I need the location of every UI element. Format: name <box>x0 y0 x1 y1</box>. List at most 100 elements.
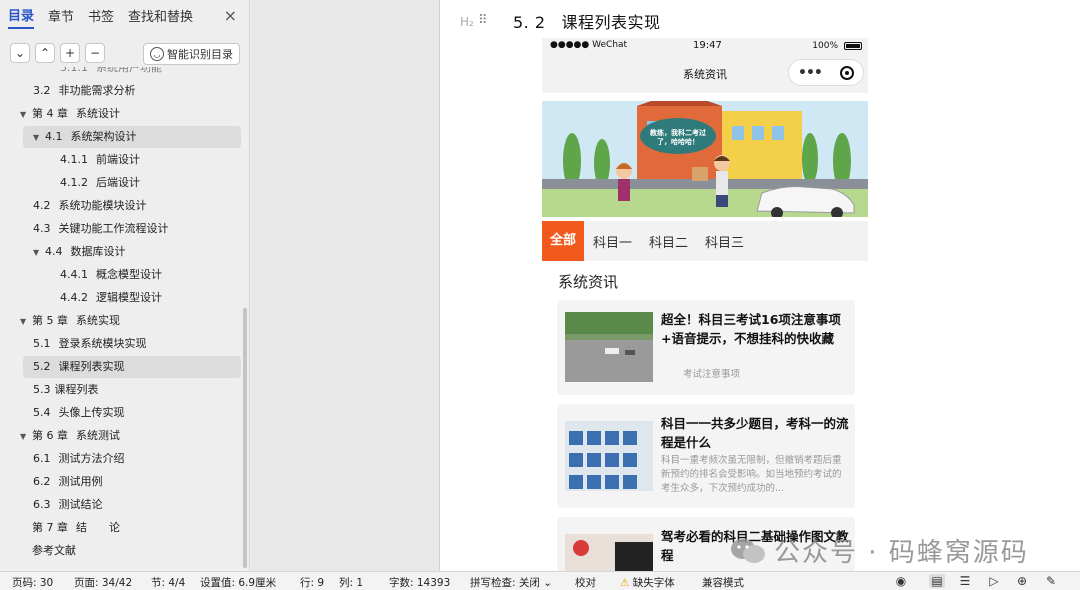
toc-item[interactable]: 4.3 关键功能工作流程设计 <box>33 218 169 240</box>
toc-item[interactable]: 6.1 测试方法介绍 <box>33 448 125 470</box>
page-view-icon[interactable]: ▤ <box>929 574 945 588</box>
spell-check-label: 拼写检查: 关闭 <box>470 577 540 589</box>
tab-bookmarks[interactable]: 书签 <box>88 6 114 28</box>
eye-icon[interactable]: ◉ <box>893 574 909 588</box>
toc-item[interactable]: ▼ 4.1 系统架构设计 <box>23 126 241 148</box>
toc-item[interactable]: 第 7 章结 论 <box>20 517 120 539</box>
collapse-all-button[interactable]: ⌄ <box>10 43 30 63</box>
missing-font-label: 缺失字体 <box>632 577 675 589</box>
news-card[interactable]: 科目一一共多少题目，考科一的流程是什么 科目一重考频次虽无限制，但撤销考题后重新… <box>557 404 855 508</box>
toc-item[interactable]: 5.2 课程列表实现 <box>23 356 241 378</box>
toc-item[interactable]: 5.3 课程列表 <box>33 379 99 401</box>
capsule-menu: ••• <box>788 59 864 86</box>
heading-number: 5. 2 <box>513 13 546 32</box>
toc-item-label: 系统实现 <box>76 314 120 327</box>
watermark: 公众号 · 码蜂窝源码 <box>730 532 1029 569</box>
toc-item[interactable]: ▼ 第 5 章系统实现 <box>20 310 120 332</box>
drag-handle-icon[interactable]: ⠿ <box>478 13 488 28</box>
toc-item-label: 前端设计 <box>96 153 140 166</box>
toc-item[interactable]: 5.1 登录系统模块实现 <box>33 333 147 355</box>
toc-item[interactable]: 3.2 非功能需求分析 <box>33 80 136 102</box>
toc-item-label: 头像上传实现 <box>58 406 125 419</box>
toc-item[interactable]: ▼ 第 4 章系统设计 <box>20 103 120 125</box>
toc-item[interactable]: 5.4 头像上传实现 <box>33 402 125 424</box>
toc-item-number: 5.3 <box>33 383 51 396</box>
news-card-subtitle: 科目一重考频次虽无限制，但撤销考题后重新预约的排名会受影响。如当地预约考试的考生… <box>661 455 842 494</box>
toc-item[interactable]: ▼ 第 6 章系统测试 <box>20 425 120 447</box>
toc-item-number: 4.4.1 <box>60 268 88 281</box>
setting-value[interactable]: 设置值: 6.9厘米 <box>200 575 276 590</box>
toc-item[interactable]: 4.4.1 概念模型设计 <box>60 264 162 286</box>
status-bar: 页码: 30 页面: 34/42 节: 4/4 设置值: 6.9厘米 行: 9 … <box>0 571 1080 590</box>
banner-illustration: 教练，我科二考过 了，哈哈哈！ <box>542 101 868 217</box>
toc-item-label: 登录系统模块实现 <box>58 337 147 350</box>
toc-item[interactable]: 3.1.1 系统用户功能 <box>60 67 162 79</box>
outline-view-icon[interactable]: ☰ <box>957 574 973 588</box>
toc-item[interactable]: 4.2 系统功能模块设计 <box>33 195 147 217</box>
missing-font-button[interactable]: ⚠ 缺失字体 <box>620 575 675 590</box>
toc-item-number: 6.2 <box>33 475 51 488</box>
warning-icon: ⚠ <box>620 577 630 589</box>
toc-item-label: 系统架构设计 <box>70 130 137 143</box>
tab-subject-1[interactable]: 科目一 <box>593 232 632 251</box>
toc-item-label: 测试用例 <box>58 475 103 488</box>
tab-toc[interactable]: 目录 <box>8 5 35 29</box>
column-indicator[interactable]: 列: 1 <box>339 575 363 590</box>
page-code[interactable]: 页码: 30 <box>12 575 53 590</box>
toc-item-number: 第 5 章 <box>32 314 68 327</box>
expand-all-button[interactable]: ⌃ <box>35 43 55 63</box>
toc-item-number: 第 6 章 <box>32 429 68 442</box>
toc-item-number: 4.1 <box>45 130 63 143</box>
close-icon[interactable]: × <box>224 6 237 25</box>
play-icon[interactable]: ▷ <box>986 574 1002 588</box>
toc-scrollbar[interactable] <box>243 308 247 568</box>
smart-icon: ◡ <box>150 47 164 61</box>
toc-item[interactable]: 4.4.2 逻辑模型设计 <box>60 287 162 309</box>
toc-item-label: 关键功能工作流程设计 <box>58 222 169 235</box>
compat-mode-label: 兼容模式 <box>702 577 744 589</box>
toc-item[interactable]: 4.1.2 后端设计 <box>60 172 140 194</box>
pen-icon[interactable]: ✎ <box>1043 574 1059 588</box>
expand-triangle-icon[interactable]: ▼ <box>20 104 32 126</box>
chevron-down-icon: ⌄ <box>14 46 26 60</box>
smart-recognize-toc-button[interactable]: ◡ 智能识别目录 <box>143 43 240 65</box>
toc-item-number: 6.1 <box>33 452 51 465</box>
toc-item[interactable]: 参考文献 <box>20 540 76 562</box>
toc-item-label: 测试方法介绍 <box>58 452 125 465</box>
banner-speech-line-1: 教练，我科二考过 <box>649 128 706 137</box>
expand-triangle-icon[interactable]: ▼ <box>33 242 45 264</box>
toc-item[interactable]: ▼ 4.4 数据库设计 <box>33 241 126 263</box>
remove-heading-button[interactable]: − <box>85 43 105 63</box>
phone-status-bar: ●●●●● WeChat 19:47 100% <box>542 38 868 54</box>
tab-all[interactable]: 全部 <box>542 221 585 261</box>
expand-triangle-icon[interactable]: ▼ <box>20 426 32 448</box>
toc-item[interactable]: 6.3 测试结论 <box>33 494 103 516</box>
tab-chapters[interactable]: 章节 <box>48 6 74 28</box>
spell-check-toggle[interactable]: 拼写检查: 关闭 ⌄ <box>470 575 552 590</box>
news-thumbnail <box>565 534 653 571</box>
row-indicator[interactable]: 行: 9 <box>300 575 324 590</box>
toc-item-label: 系统用户功能 <box>96 67 162 74</box>
page-count[interactable]: 页面: 34/42 <box>74 575 132 590</box>
toc-item[interactable]: 6.2 测试用例 <box>33 471 103 493</box>
category-tabs: 全部 科目一 科目二 科目三 <box>542 221 868 261</box>
tab-subject-2[interactable]: 科目二 <box>649 232 688 251</box>
globe-icon[interactable]: ⊕ <box>1014 574 1030 588</box>
word-count[interactable]: 字数: 14393 <box>389 575 450 590</box>
section-count[interactable]: 节: 4/4 <box>151 575 185 590</box>
news-card[interactable]: 超全！科目三考试16项注意事项+语音提示，不想挂科的快收藏 考试注意事项 <box>557 300 855 395</box>
toc-item-label: 概念模型设计 <box>96 268 162 281</box>
navigation-pane: 目录 章节 书签 查找和替换 × ⌄ ⌃ + − ◡ 智能识别目录 3.1.1 系… <box>0 0 250 571</box>
toc-item-label: 后端设计 <box>96 176 140 189</box>
more-icon: ••• <box>798 64 823 81</box>
expand-triangle-icon[interactable]: ▼ <box>20 311 32 333</box>
toc-item-number: 3.1.1 <box>60 67 88 74</box>
expand-triangle-icon[interactable]: ▼ <box>33 127 45 149</box>
add-heading-button[interactable]: + <box>60 43 80 63</box>
toc-item-number: 4.4 <box>45 245 63 258</box>
tab-find-replace[interactable]: 查找和替换 <box>128 6 193 28</box>
proofread-button[interactable]: 校对 <box>575 575 596 590</box>
toc-item[interactable]: 4.1.1 前端设计 <box>60 149 140 171</box>
toc-item-number: 5.1 <box>33 337 51 350</box>
tab-subject-3[interactable]: 科目三 <box>705 232 744 251</box>
